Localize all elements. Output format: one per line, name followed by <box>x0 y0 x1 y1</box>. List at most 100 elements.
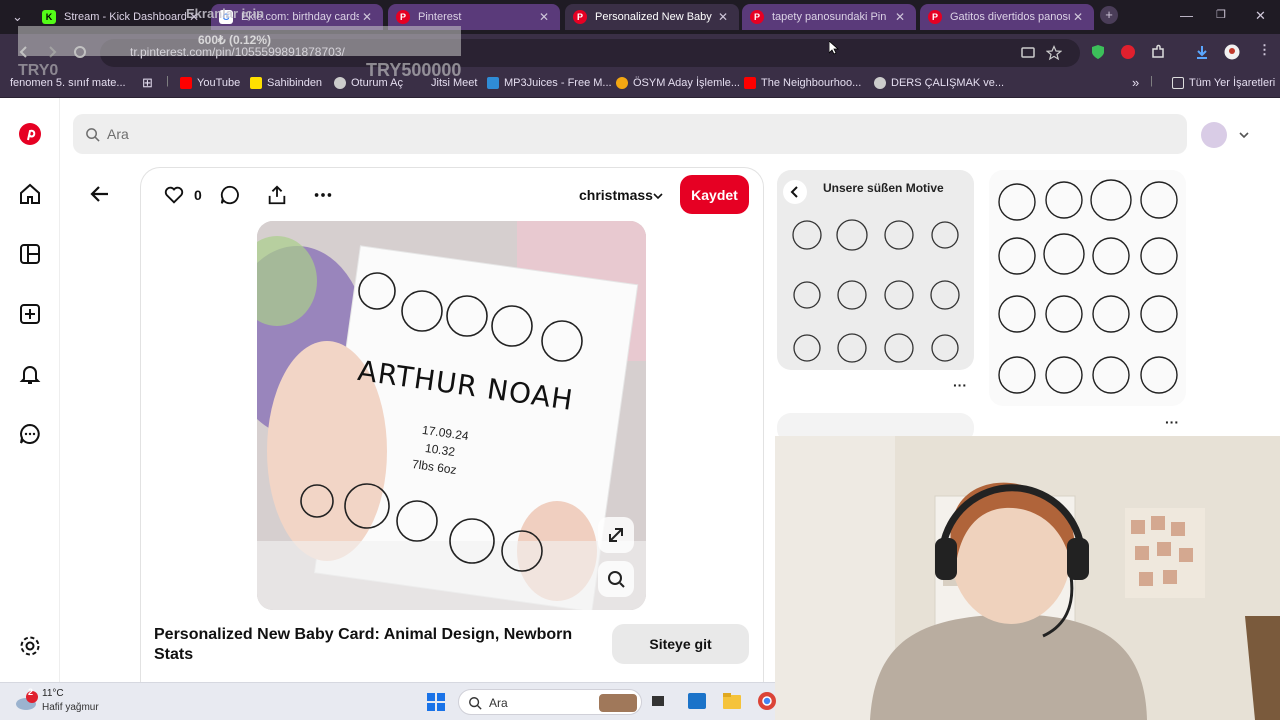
more-options-icon[interactable] <box>312 184 334 206</box>
donation-goal-end: TRY500000 <box>366 60 462 80</box>
close-icon[interactable]: ✕ <box>359 10 375 24</box>
extensions-puzzle-icon[interactable] <box>1150 44 1166 60</box>
related-pin-title: Unsere süßen Motive <box>823 181 944 195</box>
bookmark-item[interactable]: Sahibinden <box>250 77 322 89</box>
new-tab-button[interactable]: + <box>1100 6 1118 24</box>
pinterest-logo-icon[interactable] <box>18 122 42 146</box>
chrome-icon[interactable] <box>757 691 777 711</box>
file-explorer-icon[interactable] <box>722 692 742 710</box>
bookmark-item[interactable]: ÖSYM Aday İşlemle... <box>616 77 740 89</box>
search-placeholder: Ara <box>107 126 129 142</box>
weather-status: Hafif yağmur <box>42 702 99 713</box>
maximize-icon[interactable]: ❐ <box>1216 8 1226 21</box>
chevron-down-icon[interactable] <box>1238 130 1250 140</box>
pinterest-icon: P <box>750 10 764 24</box>
bookmark-item[interactable]: The Neighbourhoo... <box>744 77 861 89</box>
apps-grid-icon[interactable]: ⊞ <box>142 75 153 91</box>
donation-goal-progress: 600₺ (0.12%) <box>198 33 272 47</box>
pinterest-icon: P <box>928 10 942 24</box>
kick-icon: K <box>42 10 56 24</box>
photos-app-icon[interactable] <box>687 692 707 710</box>
globe-icon <box>874 77 886 89</box>
youtube-icon <box>180 77 192 89</box>
more-options-icon[interactable]: ··· <box>1165 414 1179 430</box>
minimize-icon[interactable]: — <box>1180 8 1193 23</box>
tab-gatitos[interactable]: P Gatitos divertidos panosu ✕ <box>920 4 1094 30</box>
bookmark-item[interactable]: YouTube <box>180 77 240 89</box>
bookmarks-bar: fenomen 5. sınıf mate... ⊞ | YouTube Sah… <box>0 70 1280 98</box>
task-view-icon[interactable] <box>650 693 666 709</box>
close-icon[interactable]: ✕ <box>892 10 908 24</box>
webcam-overlay <box>775 436 1280 720</box>
windows-taskbar: 2 11°C Hafif yağmur Ara <box>0 682 777 720</box>
bookmark-item[interactable]: MP3Juices - Free M... <box>487 77 612 89</box>
close-icon[interactable]: ✕ <box>715 10 731 24</box>
osym-icon <box>616 77 628 89</box>
animal-faces-grid <box>998 179 1178 394</box>
messages-icon[interactable] <box>18 422 42 446</box>
baby-card-photo <box>257 221 646 610</box>
donation-goal-start: TRY0 <box>18 62 59 79</box>
comment-icon[interactable] <box>219 184 241 206</box>
search-bar[interactable]: Ara <box>73 114 1187 154</box>
close-icon[interactable]: ✕ <box>1070 10 1086 24</box>
settings-gear-icon[interactable] <box>18 634 42 658</box>
pin-image[interactable]: ARTHUR NOAH 17.09.24 10.32 7lbs 6oz <box>257 221 646 610</box>
tab-search-icon[interactable]: ⌄ <box>12 9 23 25</box>
bookmark-item[interactable]: DERS ÇALIŞMAK ve... <box>874 77 1004 89</box>
board-selector[interactable]: christmass <box>579 187 653 203</box>
install-app-icon[interactable] <box>1020 45 1036 61</box>
donation-goal-title: Ekranlar için <box>186 6 265 21</box>
profile-avatar-icon[interactable] <box>1224 44 1240 60</box>
menu-kebab-icon[interactable]: ⋮ <box>1258 42 1271 58</box>
more-bookmarks-icon[interactable]: » <box>1132 75 1139 90</box>
mouse-cursor-icon <box>829 41 839 55</box>
notifications-bell-icon[interactable] <box>18 362 42 386</box>
more-options-icon[interactable]: ··· <box>953 377 967 393</box>
visit-site-button[interactable]: Siteye git <box>612 624 749 664</box>
expand-icon[interactable] <box>598 517 634 553</box>
tab-personalized-baby-card[interactable]: P Personalized New Baby Ca ✕ <box>565 4 739 30</box>
globe-icon <box>334 77 346 89</box>
weather-icon[interactable] <box>12 690 38 714</box>
shield-extension-icon[interactable] <box>1090 44 1106 60</box>
all-bookmarks-folder[interactable]: Tüm Yer İşaretleri <box>1172 77 1275 89</box>
related-pin-2[interactable] <box>989 170 1186 406</box>
folder-icon <box>1172 77 1184 89</box>
chevron-down-icon[interactable] <box>652 191 664 201</box>
windows-start-icon[interactable] <box>426 692 446 712</box>
create-icon[interactable] <box>18 302 42 326</box>
mp3juices-icon <box>487 77 499 89</box>
sahibinden-icon <box>250 77 262 89</box>
search-icon <box>86 128 100 142</box>
like-count: 0 <box>194 187 202 203</box>
pinterest-icon: P <box>396 10 410 24</box>
weather-temp: 11°C <box>42 688 64 699</box>
home-icon[interactable] <box>18 182 42 206</box>
adblock-extension-icon[interactable] <box>1120 44 1136 60</box>
taskbar-search[interactable]: Ara <box>458 689 642 715</box>
search-highlight-image <box>599 694 637 712</box>
notification-badge: 2 <box>28 687 34 697</box>
animal-motifs-grid <box>792 219 960 363</box>
save-button[interactable]: Kaydet <box>680 175 749 214</box>
bookmark-star-icon[interactable] <box>1046 45 1062 61</box>
share-icon[interactable] <box>266 184 288 206</box>
youtube-icon <box>744 77 756 89</box>
streamer-webcam-feed <box>775 436 1280 720</box>
pinterest-sidebar <box>0 98 60 682</box>
carousel-back-icon[interactable] <box>783 180 807 204</box>
visual-search-icon[interactable] <box>598 561 634 597</box>
heart-icon[interactable] <box>163 184 185 206</box>
back-arrow-button[interactable] <box>86 180 114 208</box>
bookmark-separator: | <box>166 75 169 87</box>
explore-icon[interactable] <box>18 242 42 266</box>
search-icon <box>469 697 482 710</box>
pinterest-icon: P <box>573 10 587 24</box>
user-avatar[interactable] <box>1201 122 1227 148</box>
download-icon[interactable] <box>1194 44 1210 60</box>
pin-title: Personalized New Baby Card: Animal Desig… <box>154 626 573 663</box>
close-window-icon[interactable]: ✕ <box>1255 8 1266 24</box>
close-icon[interactable]: ✕ <box>536 10 552 24</box>
tab-tapety[interactable]: P tapety panosundaki Pin ✕ <box>742 4 916 30</box>
